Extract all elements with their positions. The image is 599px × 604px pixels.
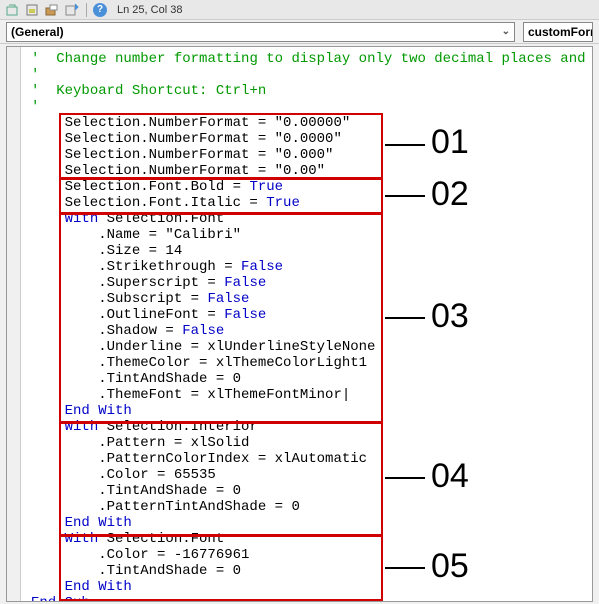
object-dropdown[interactable]: (General) ⌄ xyxy=(6,22,515,42)
object-proc-selector-row: (General) ⌄ customForm xyxy=(0,20,599,44)
callout-label-05: 05 xyxy=(431,547,469,586)
toolbar: ? Ln 25, Col 38 xyxy=(0,0,599,20)
code-margin xyxy=(7,47,21,601)
code-text: ' Change number formatting to display on… xyxy=(21,47,593,602)
code-pane[interactable]: ' Change number formatting to display on… xyxy=(6,46,593,602)
toolbar-icon-2[interactable] xyxy=(24,2,40,18)
toolbar-icon-1[interactable] xyxy=(4,2,20,18)
callout-label-04: 04 xyxy=(431,457,469,496)
procedure-dropdown[interactable]: customForm xyxy=(523,22,593,42)
toolbar-separator xyxy=(86,3,87,17)
toolbar-icon-4[interactable] xyxy=(64,2,80,18)
procedure-dropdown-value: customForm xyxy=(528,25,593,39)
help-icon[interactable]: ? xyxy=(93,3,107,17)
toolbar-icon-3[interactable] xyxy=(44,2,60,18)
callout-label-01: 01 xyxy=(431,123,469,162)
object-dropdown-value: (General) xyxy=(11,25,64,39)
callout-label-02: 02 xyxy=(431,175,469,214)
cursor-position-label: Ln 25, Col 38 xyxy=(117,4,182,16)
chevron-down-icon: ⌄ xyxy=(502,26,510,37)
callout-label-03: 03 xyxy=(431,297,469,336)
